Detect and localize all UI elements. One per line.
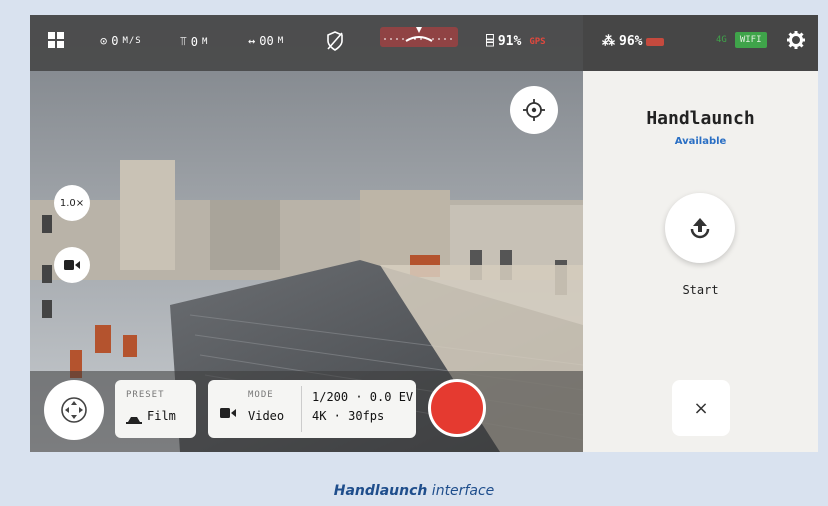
drone-icon: ⁂ xyxy=(602,34,615,49)
settings-button[interactable] xyxy=(786,30,806,50)
drone-battery: ⁂ 96% xyxy=(602,34,665,49)
figure-caption: Handlaunch interface xyxy=(0,483,828,499)
handlaunch-panel: Handlaunch Available Start × xyxy=(583,15,818,452)
speed-readout: ⊙ 0 M/S xyxy=(100,34,142,48)
controller-icon: ⌸ xyxy=(486,34,494,49)
app-frame: Handlaunch Available Start × ⊙ 0 M/S ⫪ 0… xyxy=(30,15,818,452)
network-status: 4G WIFI xyxy=(712,32,767,48)
controller-battery-value: 91% xyxy=(497,34,522,49)
record-button[interactable] xyxy=(428,379,486,437)
status-bar: ⊙ 0 M/S ⫪ 0 M ↔ 00 M ⌸ 91% GPS ⁂ 96% 4G … xyxy=(30,15,818,71)
upload-takeoff-icon xyxy=(690,218,710,239)
drone-signal-indicator xyxy=(646,37,665,46)
altitude-unit: M xyxy=(202,36,209,47)
wifi-badge: WIFI xyxy=(734,32,767,48)
mode-label: MODE xyxy=(248,390,274,400)
camera-mode-toggle[interactable] xyxy=(54,247,90,283)
start-button[interactable] xyxy=(665,193,735,263)
crosshair-icon xyxy=(523,99,545,121)
mode-value: Video xyxy=(248,409,285,423)
speed-unit: M/S xyxy=(122,36,142,46)
distance-readout: ↔ 00 M xyxy=(248,34,284,48)
panel-title: Handlaunch xyxy=(646,108,755,129)
network-4g-badge: 4G xyxy=(716,35,727,45)
format-readout: 4K · 30fps xyxy=(312,409,385,423)
distance-value: 00 xyxy=(259,34,274,48)
gps-status: GPS xyxy=(529,36,546,47)
zoom-button[interactable]: 1.0× xyxy=(54,185,90,221)
altitude-icon: ⫪ xyxy=(180,34,187,48)
video-camera-icon xyxy=(64,260,80,270)
speedometer-icon: ⊙ xyxy=(100,34,108,48)
close-button[interactable]: × xyxy=(672,380,730,436)
attitude-indicator xyxy=(380,27,458,47)
speed-value: 0 xyxy=(111,34,119,48)
grid-menu-icon xyxy=(48,32,64,48)
distance-icon: ↔ xyxy=(248,34,256,48)
shield-off-icon xyxy=(327,31,343,51)
film-icon xyxy=(126,410,142,429)
gear-icon xyxy=(787,31,805,49)
preset-label: PRESET xyxy=(126,390,165,400)
geofence-toggle[interactable] xyxy=(326,31,344,51)
distance-unit: M xyxy=(277,36,285,46)
altitude-value: 0 xyxy=(190,34,199,49)
caption-bold: Handlaunch xyxy=(333,483,428,499)
horizon-icon xyxy=(384,27,454,42)
menu-button[interactable] xyxy=(48,32,64,48)
mode-selector[interactable]: MODE Video 1/200 · 0.0 EV 4K · 30fps xyxy=(208,380,416,438)
availability-status: Available xyxy=(674,136,727,147)
mode-divider xyxy=(301,386,302,432)
controller-battery: ⌸ 91% GPS xyxy=(486,34,550,49)
caption-rest: interface xyxy=(427,483,495,499)
exposure-readout: 1/200 · 0.0 EV xyxy=(312,390,414,404)
recenter-button[interactable] xyxy=(510,86,558,134)
start-label: Start xyxy=(682,283,719,297)
preset-selector[interactable]: PRESET Film xyxy=(115,380,196,438)
gimbal-control-button[interactable] xyxy=(44,380,104,440)
video-mode-icon xyxy=(220,404,236,423)
preset-value: Film xyxy=(147,409,176,423)
directional-pad-icon xyxy=(61,397,87,423)
drone-battery-value: 96% xyxy=(619,34,643,49)
altitude-readout: ⫪ 0 M xyxy=(180,34,208,49)
